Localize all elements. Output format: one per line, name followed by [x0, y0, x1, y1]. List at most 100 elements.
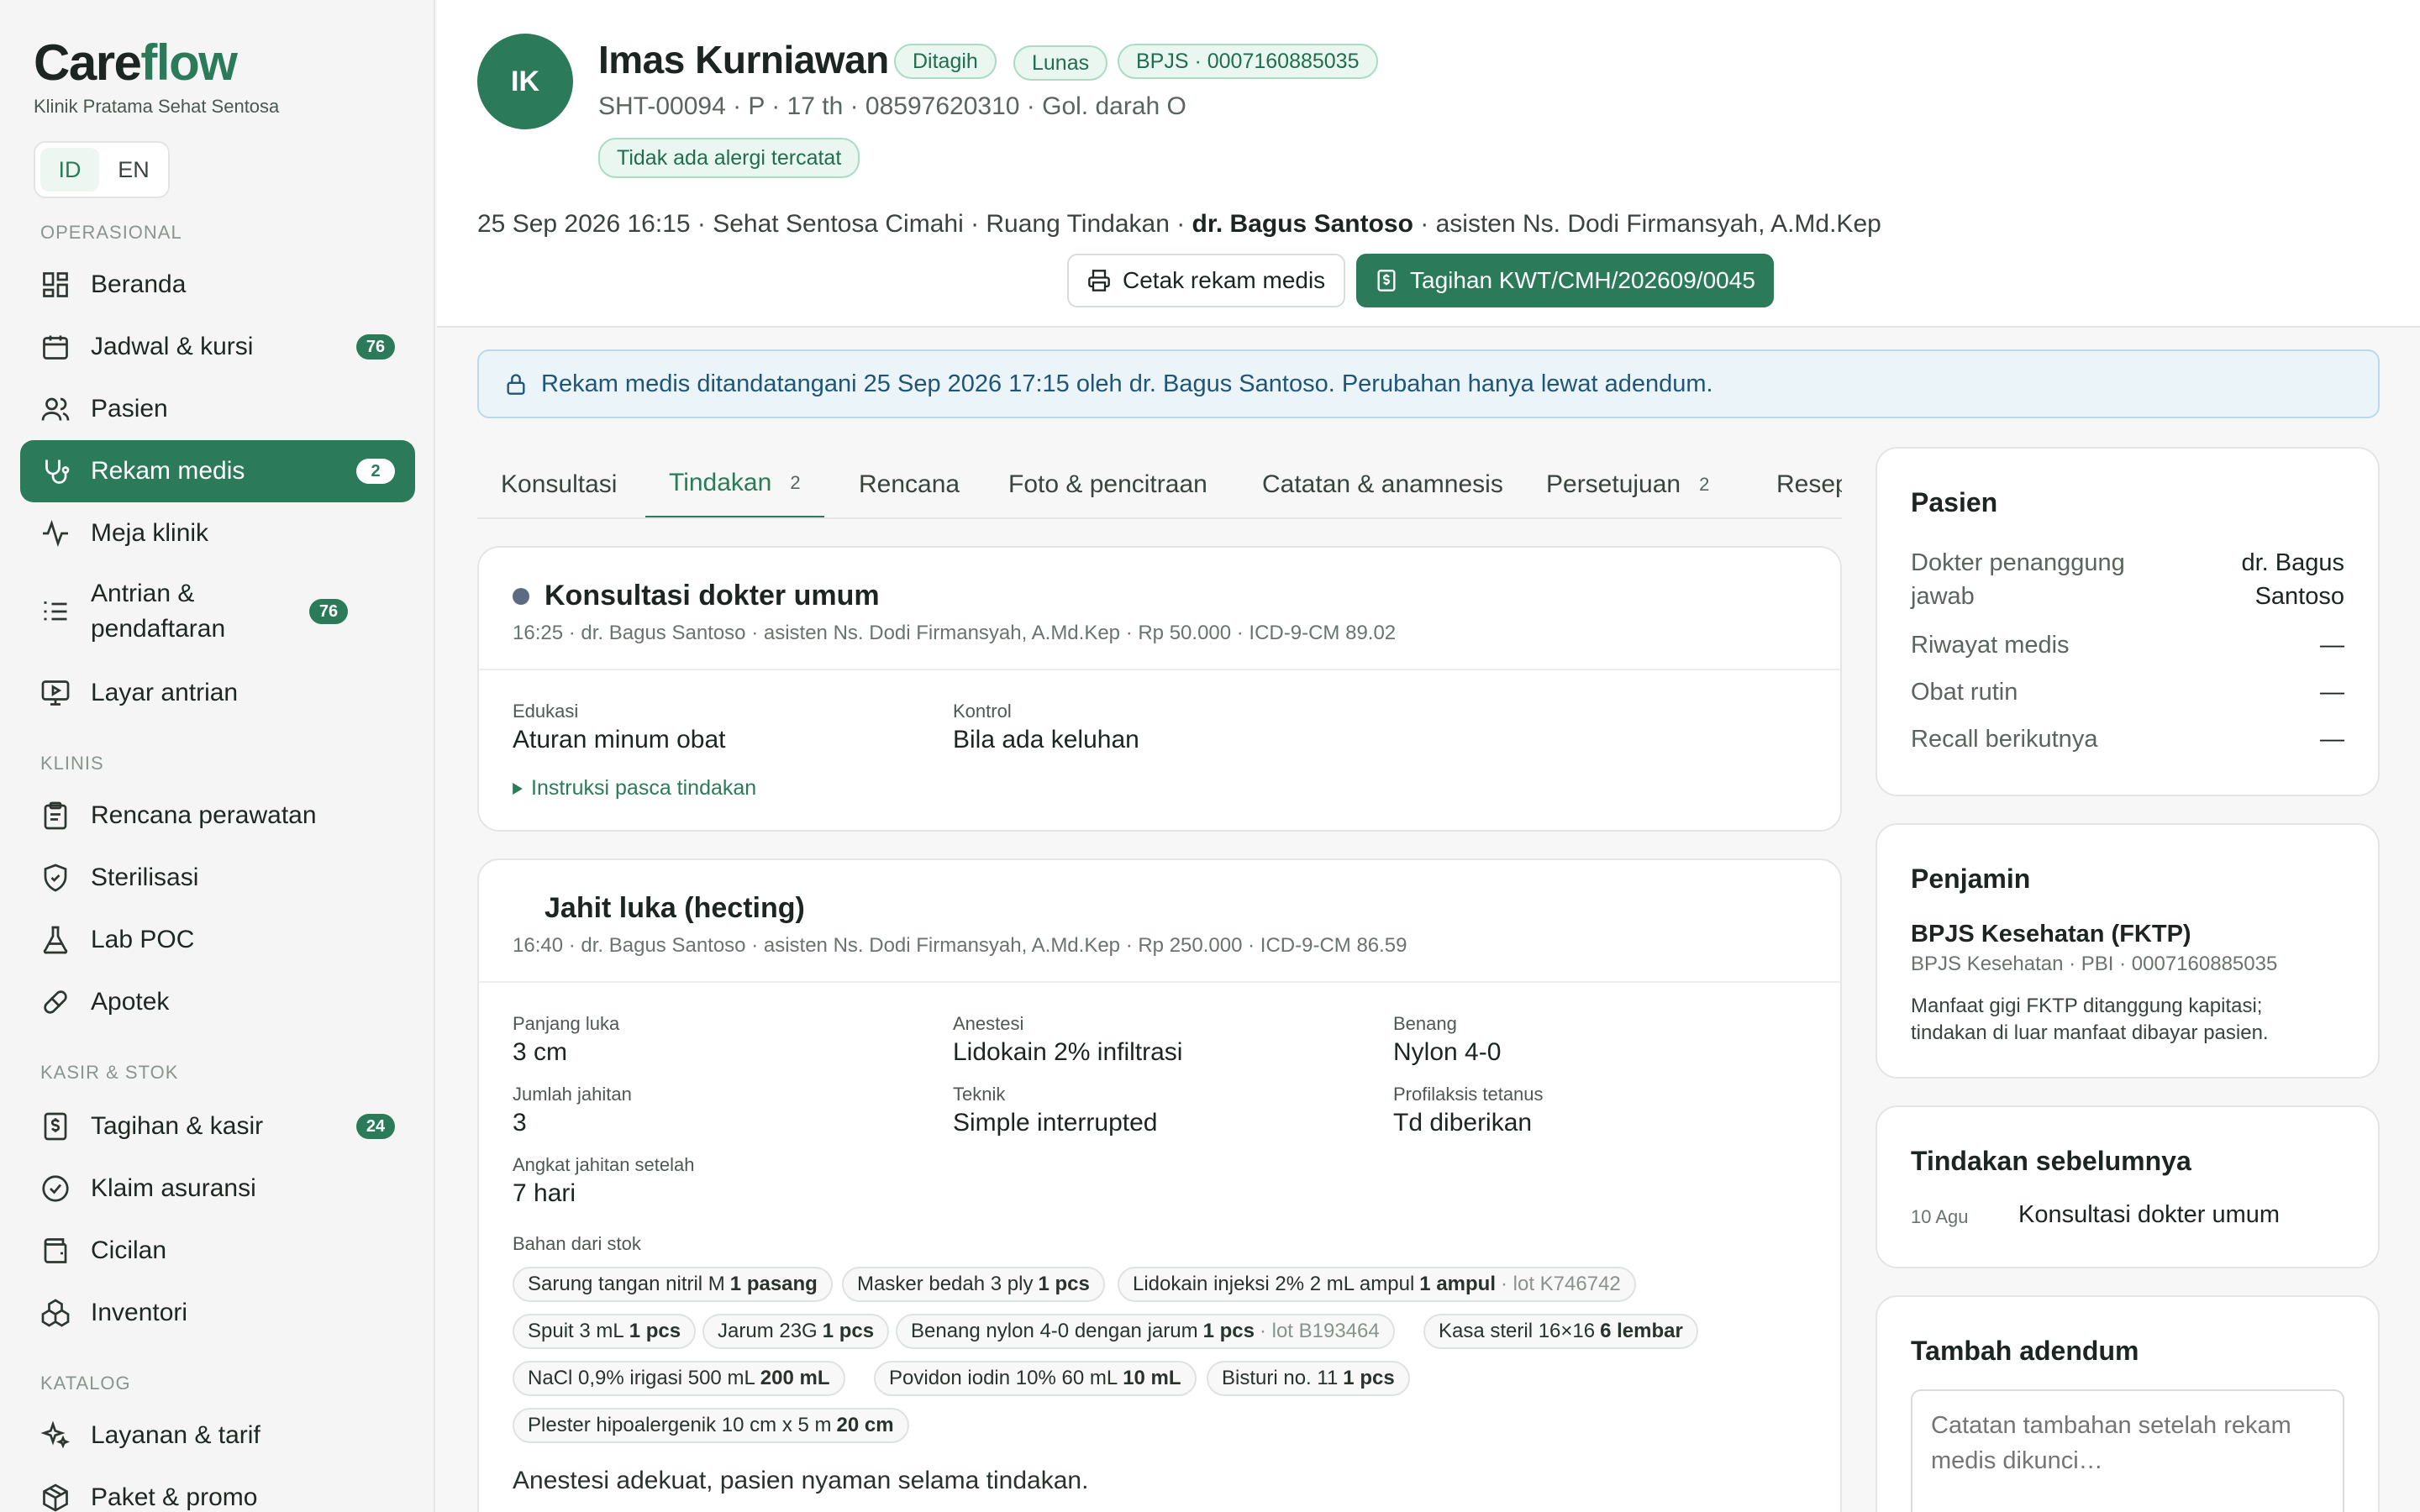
stethoscope-icon	[40, 456, 71, 486]
patient-name: Imas Kurniawan	[598, 38, 889, 81]
tab-persetujuan[interactable]: Persetujuan 2	[1523, 450, 1733, 517]
sidebar-item-beranda[interactable]: Beranda	[20, 254, 415, 316]
tab-rencana[interactable]: Rencana	[835, 450, 983, 517]
sidebar-item-label: Inventori	[91, 1299, 188, 1326]
sidebar-item-lab-poc[interactable]: Lab POC	[20, 909, 415, 971]
sidebar-item-label: Antrian & pendaftaran	[91, 580, 226, 643]
stock-chip: Jarum 23G 1 pcs	[702, 1314, 890, 1349]
sparkle-icon	[40, 1420, 71, 1451]
section-title-operasional: OPERASIONAL	[40, 222, 182, 243]
sidebar-item-layar-antrian[interactable]: Layar antrian	[20, 662, 415, 724]
tab-catatan-anamnesis[interactable]: Catatan & anamnesis	[1239, 450, 1527, 517]
sidebar-item-label: Sterilisasi	[91, 864, 199, 891]
procedure-meta: 16:40 · dr. Bagus Santoso · asisten Ns. …	[513, 934, 1407, 957]
sidebar-item-sterilisasi[interactable]: Sterilisasi	[20, 847, 415, 909]
info-value: —	[2320, 726, 2344, 753]
sidebar-item-meja-klinik[interactable]: Meja klinik	[20, 502, 415, 564]
field-value: Lidokain 2% infiltrasi	[953, 1038, 1183, 1066]
lock-icon	[504, 372, 528, 396]
info-label: Recall berikutnya	[1911, 726, 2098, 753]
info-label: Obat rutin	[1911, 679, 2018, 706]
tab-foto-pencitraan[interactable]: Foto & pencitraan	[985, 450, 1231, 517]
lang-id-button[interactable]: ID	[40, 148, 99, 192]
post-procedure-instructions-toggle[interactable]: Instruksi pasca tindakan	[513, 776, 756, 801]
field-value: 7 hari	[513, 1179, 576, 1207]
field-value: Bila ada keluhan	[953, 726, 1139, 753]
bpjs-badge: BPJS · 0007160885035	[1118, 44, 1378, 79]
sidebar-item-antrian[interactable]: Antrian & pendaftaran 76	[20, 575, 415, 648]
insurer-note: Manfaat gigi FKTP ditanggung kapitasi; t…	[1911, 995, 2269, 1044]
card-title: Tambah adendum	[1911, 1336, 2139, 1366]
invoice-button[interactable]: Tagihan KWT/CMH/202609/0045	[1356, 254, 1774, 307]
status-dot	[513, 588, 529, 605]
sidebar-item-label: Layanan & tarif	[91, 1421, 260, 1449]
stock-chip: Kasa steril 16×16 6 lembar	[1423, 1314, 1698, 1349]
dashboard-icon	[40, 270, 71, 300]
count-badge: 2	[356, 459, 395, 484]
tab-konsultasi[interactable]: Konsultasi	[477, 450, 640, 517]
patient-info-card: Pasien Dokter penanggung jawab dr. Bagus…	[1876, 447, 2380, 796]
sidebar-item-label: Lab POC	[91, 926, 195, 953]
field-value: Simple interrupted	[953, 1109, 1158, 1137]
sidebar-item-label: Meja klinik	[91, 519, 209, 547]
field-label: Angkat jahitan setelah	[513, 1154, 695, 1175]
pill-icon	[40, 987, 71, 1017]
procedure-title: Konsultasi dokter umum	[544, 580, 880, 612]
allergy-badge: Tidak ada alergi tercatat	[598, 138, 860, 178]
triangle-right-icon	[513, 782, 523, 795]
sidebar-item-paket-promo[interactable]: Paket & promo	[20, 1467, 415, 1512]
sidebar-item-pasien[interactable]: Pasien	[20, 378, 415, 440]
sidebar-item-rencana-perawatan[interactable]: Rencana perawatan	[20, 785, 415, 847]
info-label: Dokter penanggung jawab	[1911, 549, 2125, 610]
sidebar-item-tagihan[interactable]: Tagihan & kasir 24	[20, 1095, 415, 1158]
sidebar-item-jadwal[interactable]: Jadwal & kursi 76	[20, 316, 415, 378]
sidebar-item-label: Paket & promo	[91, 1483, 258, 1511]
sidebar-item-label: Layar antrian	[91, 679, 239, 706]
section-title-kasir: KASIR & STOK	[40, 1062, 179, 1083]
divider	[479, 981, 1840, 983]
sidebar: Careflow Klinik Pratama Sehat Sentosa ID…	[0, 0, 435, 1512]
field-label: Profilaksis tetanus	[1393, 1084, 1544, 1105]
field-value: 3 cm	[513, 1038, 568, 1066]
field-label: Kontrol	[953, 701, 1012, 722]
avatar: IK	[477, 34, 573, 129]
field-label: Teknik	[953, 1084, 1006, 1105]
sidebar-item-label: Beranda	[91, 270, 187, 298]
sidebar-item-apotek[interactable]: Apotek	[20, 971, 415, 1033]
info-value: —	[2320, 632, 2344, 659]
sidebar-item-label: Tagihan & kasir	[91, 1112, 264, 1140]
field-label: Panjang luka	[513, 1013, 620, 1034]
lang-en-button[interactable]: EN	[104, 148, 163, 192]
sidebar-item-layanan-tarif[interactable]: Layanan & tarif	[20, 1404, 415, 1467]
receipt-icon	[1375, 269, 1398, 292]
tab-resep[interactable]: Resep	[1753, 450, 1842, 517]
sidebar-item-cicilan[interactable]: Cicilan	[20, 1220, 415, 1282]
insurer-card: Penjamin BPJS Kesehatan (FKTP) BPJS Kese…	[1876, 823, 2380, 1079]
language-switcher: ID EN	[34, 141, 170, 198]
wallet-icon	[40, 1236, 71, 1266]
boxes-icon	[40, 1298, 71, 1328]
field-label: Anestesi	[953, 1013, 1024, 1034]
stock-chip: Spuit 3 mL 1 pcs	[513, 1314, 697, 1349]
card-title: Pasien	[1911, 487, 1998, 517]
section-title-klinis: KLINIS	[40, 753, 104, 774]
print-record-button[interactable]: Cetak rekam medis	[1067, 254, 1346, 307]
previous-procedure-link[interactable]: Konsultasi dokter umum	[2018, 1201, 2280, 1229]
shield-icon	[40, 863, 71, 893]
stock-label: Bahan dari stok	[513, 1233, 641, 1254]
patient-summary: SHT-00094 · P · 17 th · 08597620310 · Go…	[598, 92, 1186, 120]
info-value: dr. Bagus Santoso	[2241, 549, 2344, 610]
sidebar-item-label: Rencana perawatan	[91, 801, 317, 829]
previous-date: 10 Agu	[1911, 1206, 1969, 1227]
calendar-icon	[40, 332, 71, 362]
tab-tindakan[interactable]: Tindakan 2	[645, 450, 824, 517]
card-title: Penjamin	[1911, 864, 2031, 894]
sidebar-item-inventori[interactable]: Inventori	[20, 1282, 415, 1344]
addendum-textarea[interactable]	[1911, 1389, 2344, 1512]
brand-logo[interactable]: Careflow	[34, 34, 238, 92]
field-value: 3	[513, 1109, 527, 1137]
stock-chip: Lidokain injeksi 2% 2 mL ampul 1 ampul · l…	[1118, 1267, 1636, 1302]
sidebar-item-klaim-asuransi[interactable]: Klaim asuransi	[20, 1158, 415, 1220]
stock-chip: Masker bedah 3 ply 1 pcs	[842, 1267, 1105, 1302]
sidebar-item-rekam-medis[interactable]: Rekam medis 2	[20, 440, 415, 502]
